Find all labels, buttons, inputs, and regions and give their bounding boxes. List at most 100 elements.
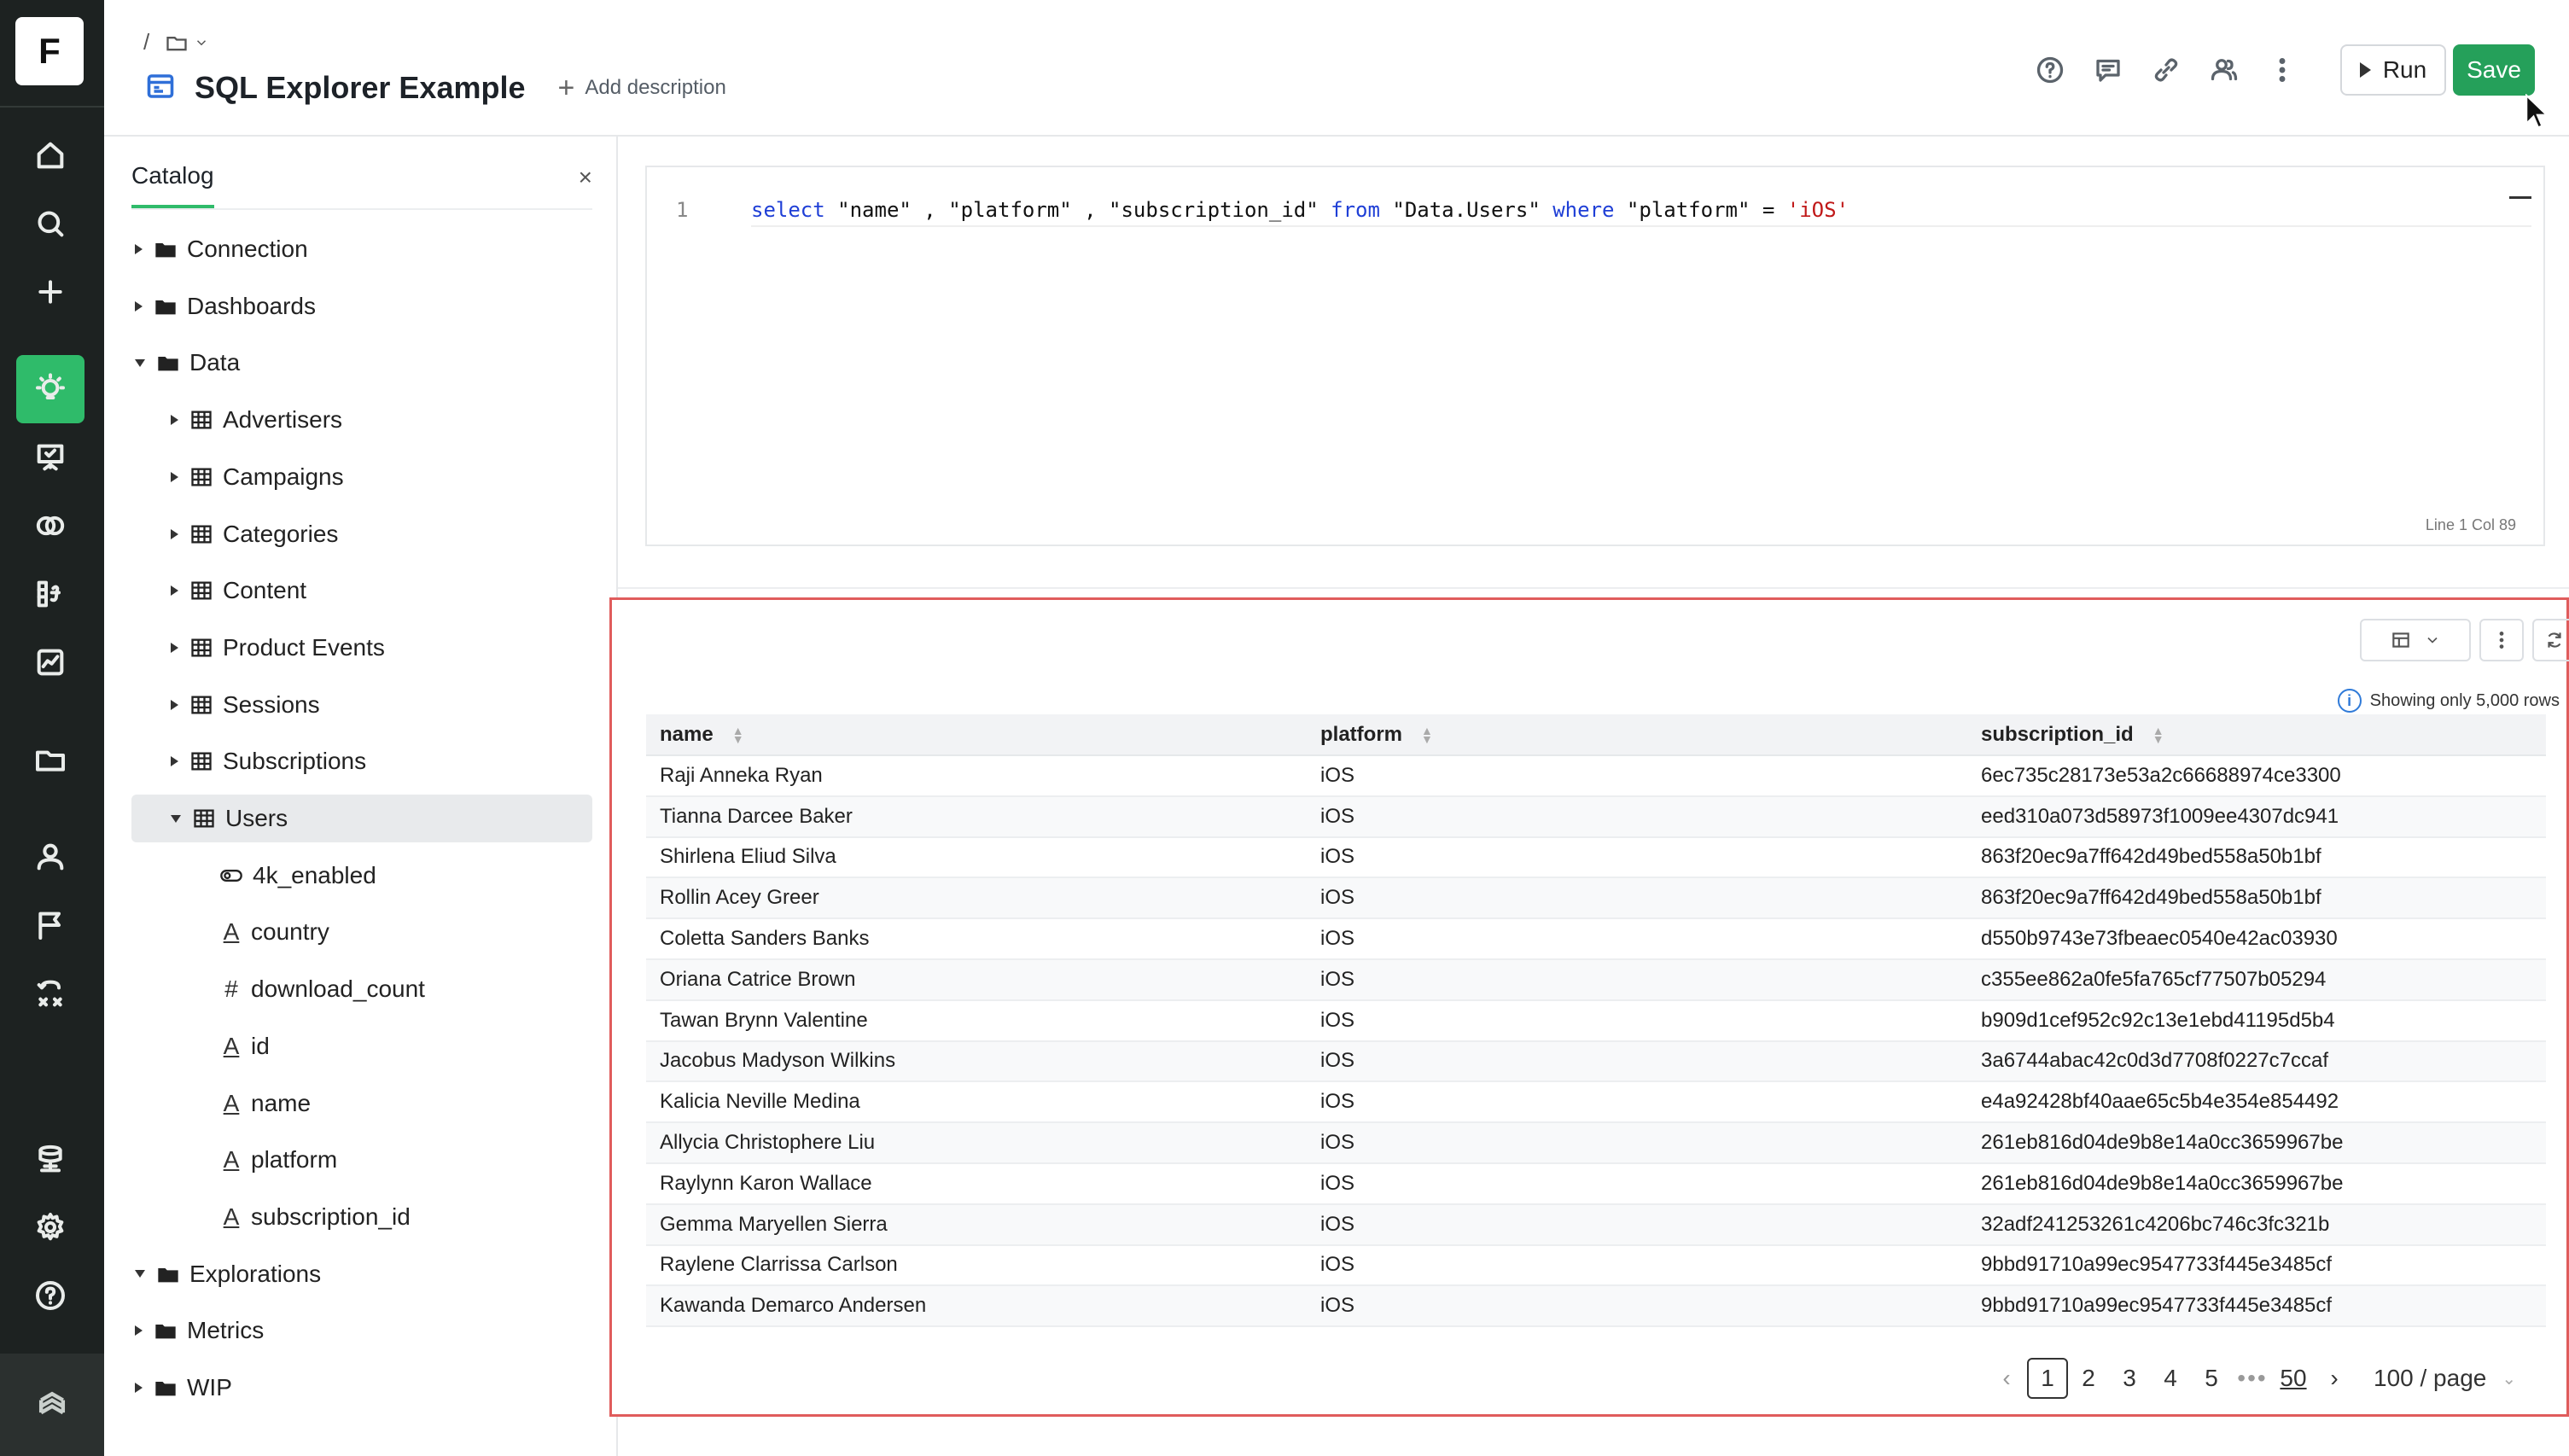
table-row[interactable]: Oriana Catrice Brown iOS c355ee862a0fe5fa7… (646, 958, 2546, 1001)
caret-right-icon[interactable] (171, 528, 178, 539)
workspace-logo-icon[interactable] (0, 1354, 104, 1456)
tree-item-4k-enabled[interactable]: 4k_enabled (131, 852, 592, 900)
workflow-icon[interactable] (16, 959, 84, 1028)
tree-item-country[interactable]: Acountry (131, 908, 592, 956)
sort-icon[interactable]: ▲ ▼ (2152, 725, 2164, 745)
tree-item-users[interactable]: Users (131, 795, 592, 842)
page-last-button[interactable]: 50 (2273, 1358, 2314, 1399)
home-icon[interactable] (16, 121, 84, 189)
circles-icon[interactable] (16, 492, 84, 560)
tree-item-dashboards[interactable]: Dashboards (131, 282, 592, 330)
refresh-icon[interactable] (2532, 619, 2569, 661)
caret-down-icon[interactable] (171, 814, 181, 823)
table-row[interactable]: Kalicia Neville Medina iOS e4a92428bf40aae… (646, 1081, 2546, 1124)
caret-right-icon[interactable] (171, 642, 178, 653)
help-icon[interactable] (2021, 43, 2079, 97)
user-icon[interactable] (16, 823, 84, 891)
caret-down-icon[interactable] (135, 1270, 145, 1278)
add-description-button[interactable]: + Add description (558, 73, 726, 102)
share-users-icon[interactable] (2195, 43, 2253, 97)
page-title[interactable]: SQL Explorer Example (195, 70, 526, 106)
panel-divider[interactable] (618, 587, 2569, 589)
tree-item-subscriptions[interactable]: Subscriptions (131, 737, 592, 785)
tree-item-campaigns[interactable]: Campaigns (131, 453, 592, 501)
plus-icon[interactable] (16, 258, 84, 326)
page-size-select[interactable]: 100 / page ⌄ (2374, 1365, 2516, 1392)
caret-right-icon[interactable] (135, 1383, 143, 1393)
presentation-icon[interactable] (16, 423, 84, 492)
caret-right-icon[interactable] (171, 471, 178, 482)
save-button[interactable]: Save (2453, 44, 2535, 96)
sort-icon[interactable]: ▲ ▼ (1421, 725, 1433, 745)
table-row[interactable]: Tawan Brynn Valentine iOS b909d1cef952c92c… (646, 999, 2546, 1042)
view-mode-dropdown[interactable] (2360, 619, 2471, 661)
tree-item-explorations[interactable]: Explorations (131, 1250, 592, 1298)
page-2-button[interactable]: 2 (2068, 1358, 2109, 1399)
sort-icon[interactable]: ▲ ▼ (732, 725, 744, 745)
column-header-name[interactable]: name ▲ ▼ (646, 714, 1307, 756)
table-row[interactable]: Raji Anneka Ryan iOS 6ec735c28173e53a2c666… (646, 755, 2546, 797)
table-row[interactable]: Jacobus Madyson Wilkins iOS 3a6744abac42c0… (646, 1040, 2546, 1083)
more-vertical-icon[interactable] (2479, 619, 2524, 661)
tree-item-download-count[interactable]: # download_count (131, 965, 592, 1013)
table-row[interactable]: Raylene Clarrissa Carlson iOS 9bbd91710a99… (646, 1244, 2546, 1287)
link-icon[interactable] (2137, 43, 2195, 97)
tree-item-categories[interactable]: Categories (131, 510, 592, 558)
settings-icon[interactable] (16, 1193, 84, 1261)
caret-down-icon[interactable] (135, 358, 145, 367)
sql-query-line[interactable]: select "name" , "platform" , "subscripti… (751, 193, 2531, 227)
table-row[interactable]: Kawanda Demarco Andersen iOS 9bbd91710a99e… (646, 1285, 2546, 1328)
prev-page-icon[interactable]: ‹ (1986, 1358, 2027, 1399)
tree-item-content[interactable]: Content (131, 567, 592, 614)
tree-item-metrics[interactable]: Metrics (131, 1307, 592, 1354)
column-header-subscription-id[interactable]: subscription_id ▲ ▼ (1967, 714, 2546, 756)
table-row[interactable]: Shirlena Eliud Silva iOS 863f20ec9a7ff642d… (646, 836, 2546, 879)
caret-right-icon[interactable] (171, 756, 178, 767)
tree-item-sessions[interactable]: Sessions (131, 681, 592, 729)
formula-icon[interactable] (16, 560, 84, 628)
tab-catalog[interactable]: Catalog (131, 162, 214, 208)
tree-item-product-events[interactable]: Product Events (131, 624, 592, 672)
table-row[interactable]: Coletta Sanders Banks iOS d550b9743e73fbea… (646, 918, 2546, 960)
help-icon[interactable] (16, 1261, 84, 1330)
database-icon[interactable] (16, 1125, 84, 1193)
sql-editor[interactable]: 1 select "name" , "platform" , "subscrip… (645, 166, 2545, 546)
editor-scroll-indicator[interactable] (2509, 196, 2531, 199)
folder-dropdown[interactable] (165, 31, 209, 55)
run-button[interactable]: Run (2340, 44, 2446, 96)
caret-right-icon[interactable] (171, 585, 178, 597)
tree-item-wip[interactable]: WIP (131, 1364, 592, 1412)
more-vertical-icon[interactable] (2253, 43, 2311, 97)
more-pages-icon[interactable]: ••• (2232, 1358, 2273, 1399)
caret-right-icon[interactable] (171, 415, 178, 426)
table-row[interactable]: Gemma Maryellen Sierra iOS 32adf241253261c… (646, 1203, 2546, 1246)
tree-item-subscription-id[interactable]: Asubscription_id (131, 1193, 592, 1241)
tree-item-connection[interactable]: Connection (131, 225, 592, 273)
page-4-button[interactable]: 4 (2150, 1358, 2191, 1399)
table-row[interactable]: Raylynn Karon Wallace iOS 261eb816d04de9b8… (646, 1162, 2546, 1205)
caret-right-icon[interactable] (135, 244, 143, 254)
next-page-icon[interactable]: › (2314, 1358, 2355, 1399)
search-icon[interactable] (16, 189, 84, 258)
comment-icon[interactable] (2079, 43, 2137, 97)
explorer-icon[interactable] (16, 355, 84, 423)
folder-icon[interactable] (16, 725, 84, 794)
tree-item-advertisers[interactable]: Advertisers (131, 396, 592, 444)
close-icon[interactable]: × (579, 164, 592, 191)
table-row[interactable]: Rollin Acey Greer iOS 863f20ec9a7ff642d49b… (646, 877, 2546, 920)
tree-item-name[interactable]: Aname (131, 1080, 592, 1127)
table-row[interactable]: Tianna Darcee Baker iOS eed310a073d58973f1… (646, 795, 2546, 838)
tree-item-data[interactable]: Data (131, 339, 592, 387)
tree-item-id[interactable]: Aid (131, 1022, 592, 1070)
breadcrumb-root[interactable]: / (143, 29, 149, 55)
table-row[interactable]: Allycia Christophere Liu iOS 261eb816d04de… (646, 1122, 2546, 1164)
tree-item-platform[interactable]: Aplatform (131, 1136, 592, 1184)
caret-right-icon[interactable] (135, 300, 143, 312)
caret-right-icon[interactable] (171, 699, 178, 710)
page-1-button[interactable]: 1 (2027, 1358, 2068, 1399)
page-3-button[interactable]: 3 (2109, 1358, 2150, 1399)
caret-right-icon[interactable] (135, 1325, 143, 1337)
chart-icon[interactable] (16, 628, 84, 696)
page-5-button[interactable]: 5 (2191, 1358, 2232, 1399)
flag-icon[interactable] (16, 891, 84, 959)
